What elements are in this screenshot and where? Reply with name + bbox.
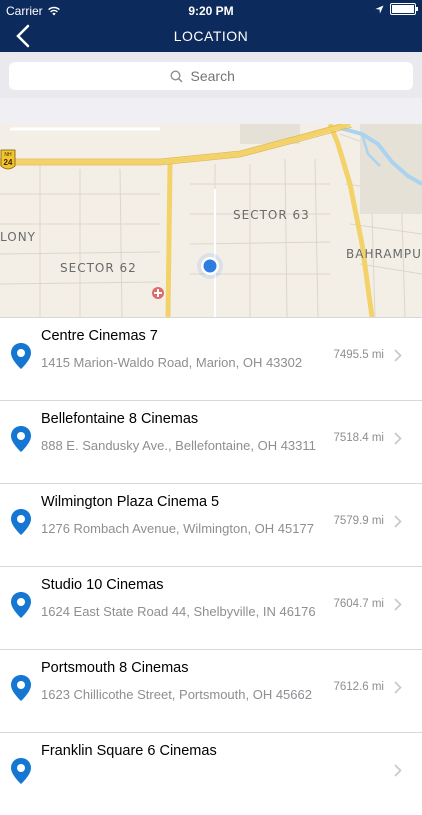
cinema-name: Franklin Square 6 Cinemas <box>41 743 217 759</box>
cinema-row[interactable]: Bellefontaine 8 Cinemas 888 E. Sandusky … <box>0 400 422 483</box>
cinema-distance: 7604.7 mi <box>333 598 384 610</box>
cinema-address: 1624 East State Road 44, Shelbyville, IN… <box>41 604 316 619</box>
map-view[interactable]: NH 24 SECTOR 63 SECTOR 62 LONY BAHRAMPU <box>0 124 422 317</box>
map-label-sector-63: SECTOR 63 <box>233 208 310 222</box>
cinema-name: Centre Cinemas 7 <box>41 328 158 344</box>
map-canvas: NH 24 SECTOR 63 SECTOR 62 LONY BAHRAMPU <box>0 124 422 317</box>
header-bar: Carrier 9:20 PM LOCATION <box>0 0 422 52</box>
chevron-right-icon <box>394 432 402 445</box>
page-title: LOCATION <box>173 28 249 44</box>
search-icon <box>169 69 183 83</box>
map-label-sector-62: SECTOR 62 <box>60 261 137 275</box>
cinema-row[interactable]: Portsmouth 8 Cinemas 1623 Chillicothe St… <box>0 649 422 732</box>
search-spacer <box>0 98 422 125</box>
cinema-row[interactable]: Wilmington Plaza Cinema 5 1276 Rombach A… <box>0 483 422 566</box>
search-input[interactable] <box>188 67 253 85</box>
cinema-name: Studio 10 Cinemas <box>41 577 164 593</box>
cinema-distance: 7579.9 mi <box>333 515 384 527</box>
cinema-name: Wilmington Plaza Cinema 5 <box>41 494 220 510</box>
cinema-distance: 7495.5 mi <box>333 349 384 361</box>
search-bar <box>0 52 422 98</box>
cinema-name: Portsmouth 8 Cinemas <box>41 660 189 676</box>
cinema-name: Bellefontaine 8 Cinemas <box>41 411 199 427</box>
current-location-dot <box>197 253 223 279</box>
status-bar: Carrier 9:20 PM <box>0 0 422 20</box>
nav-bar: LOCATION <box>0 20 422 52</box>
chevron-right-icon <box>394 598 402 611</box>
location-arrow-icon <box>375 4 384 14</box>
cinema-row[interactable]: Franklin Square 6 Cinemas <box>0 732 422 815</box>
chevron-right-icon <box>394 764 402 777</box>
hospital-icon <box>152 287 164 299</box>
map-pin-icon <box>11 592 31 618</box>
cinema-address: 888 E. Sandusky Ave., Bellefontaine, OH … <box>41 438 316 453</box>
highway-shield-icon: NH 24 <box>0 149 16 170</box>
cinema-row[interactable]: Studio 10 Cinemas 1624 East State Road 4… <box>0 566 422 649</box>
cinema-distance: 7518.4 mi <box>333 432 384 444</box>
chevron-right-icon <box>394 681 402 694</box>
map-pin-icon <box>11 509 31 535</box>
map-pin-icon <box>11 343 31 369</box>
map-pin-icon <box>11 758 31 784</box>
map-pin-icon <box>11 426 31 452</box>
map-pin-icon <box>11 675 31 701</box>
chevron-right-icon <box>394 515 402 528</box>
cinema-address: 1415 Marion-Waldo Road, Marion, OH 43302 <box>41 355 303 370</box>
status-right-group <box>375 3 418 15</box>
cinema-address: 1623 Chillicothe Street, Portsmouth, OH … <box>41 687 312 702</box>
status-time: 9:20 PM <box>188 4 234 18</box>
battery-icon <box>390 3 418 15</box>
cinema-distance: 7612.6 mi <box>333 681 384 693</box>
highway-shield-number: 24 <box>4 158 13 167</box>
map-label-bahrampu: BAHRAMPU <box>346 247 422 261</box>
chevron-right-icon <box>394 349 402 362</box>
cinema-list: Centre Cinemas 7 1415 Marion-Waldo Road,… <box>0 317 422 815</box>
search-field[interactable] <box>9 62 413 90</box>
cinema-row[interactable]: Centre Cinemas 7 1415 Marion-Waldo Road,… <box>0 317 422 400</box>
map-label-lony: LONY <box>0 230 36 244</box>
cinema-address: 1276 Rombach Avenue, Wilmington, OH 4517… <box>41 521 314 536</box>
